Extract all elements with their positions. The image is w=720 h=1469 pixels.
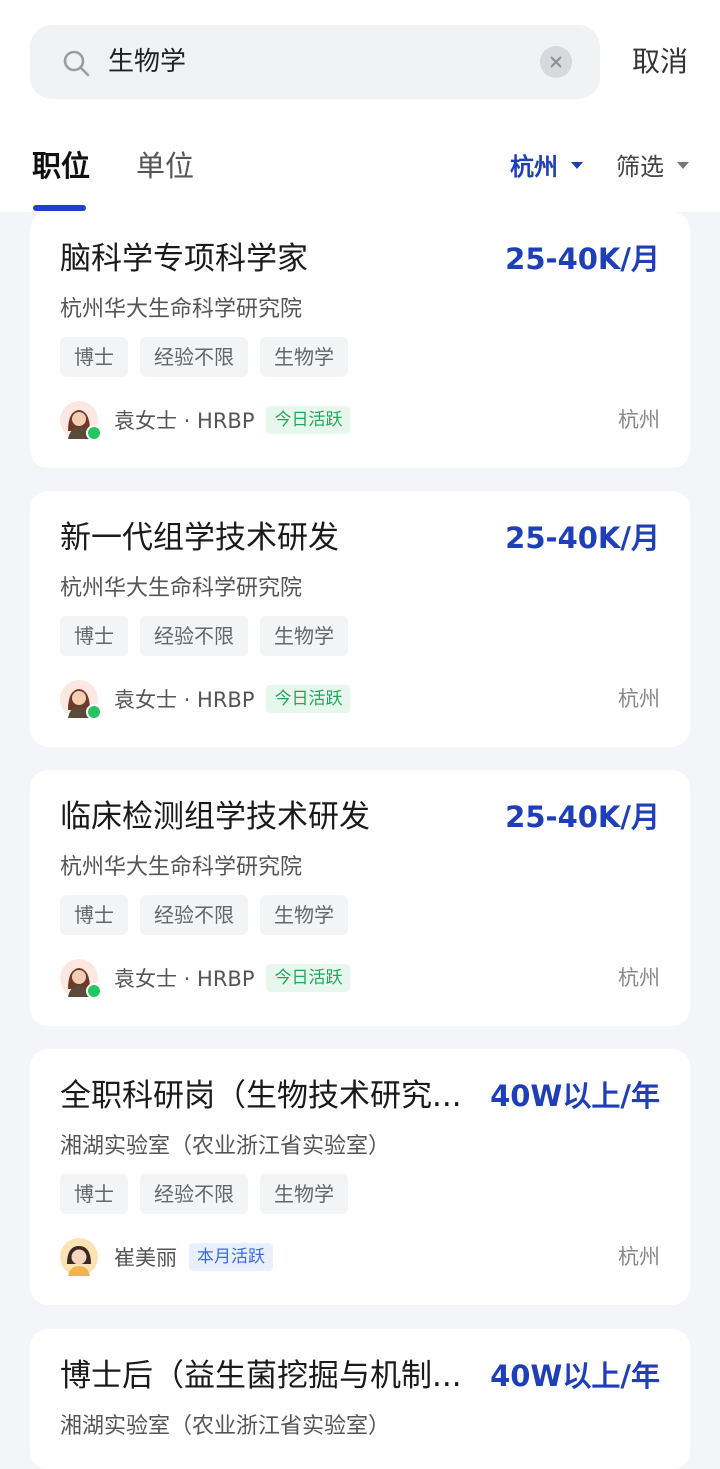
caret-down-icon — [677, 162, 689, 169]
activity-badge: 今日活跃 — [266, 685, 351, 713]
job-tags: 博士 经验不限 生物学 — [60, 337, 348, 377]
job-title: 新一代组学技术研发 — [60, 520, 339, 556]
activity-badge: 今日活跃 — [266, 406, 351, 434]
avatar — [60, 680, 102, 720]
tab-active-indicator — [33, 205, 86, 211]
tab-companies[interactable]: 单位 — [136, 146, 194, 186]
search-icon — [62, 49, 90, 77]
tag: 生物学 — [260, 616, 348, 656]
job-card[interactable]: 博士后（益生菌挖掘与机制... 40W以上/年 湘湖实验室（农业浙江省实验室） — [30, 1329, 690, 1469]
tag: 生物学 — [260, 895, 348, 935]
tag: 经验不限 — [140, 337, 248, 377]
job-location: 杭州 — [618, 408, 660, 432]
company-name: 杭州华大生命科学研究院 — [60, 297, 303, 322]
tag: 博士 — [60, 337, 128, 377]
online-status-dot — [86, 425, 102, 441]
recruiter-info: 袁女士 · HRBP 今日活跃 — [60, 958, 351, 999]
company-name: 杭州华大生命科学研究院 — [60, 576, 303, 601]
company-name: 湘湖实验室（农业浙江省实验室） — [60, 1134, 391, 1159]
job-card[interactable]: 新一代组学技术研发 25-40K/月 杭州华大生命科学研究院 博士 经验不限 生… — [30, 491, 690, 747]
online-status-dot — [86, 983, 102, 999]
company-name: 湘湖实验室（农业浙江省实验室） — [60, 1414, 391, 1439]
salary: 25-40K/月 — [505, 521, 660, 555]
job-title: 脑科学专项科学家 — [60, 241, 308, 277]
salary: 25-40K/月 — [505, 800, 660, 834]
caret-down-icon — [571, 162, 583, 169]
online-status-dot — [86, 704, 102, 720]
activity-badge: 今日活跃 — [266, 964, 351, 992]
avatar — [60, 959, 102, 999]
tag: 经验不限 — [140, 895, 248, 935]
job-location: 杭州 — [618, 687, 660, 711]
search-box[interactable]: 生物学 — [30, 25, 600, 99]
tag: 生物学 — [260, 1174, 348, 1214]
close-icon — [550, 56, 562, 68]
tag: 博士 — [60, 895, 128, 935]
search-input[interactable]: 生物学 — [108, 43, 186, 81]
recruiter-info: 袁女士 · HRBP 今日活跃 — [60, 400, 351, 441]
tag: 经验不限 — [140, 1174, 248, 1214]
job-location: 杭州 — [618, 1245, 660, 1269]
job-title: 博士后（益生菌挖掘与机制... — [60, 1358, 462, 1394]
job-tags: 博士 经验不限 生物学 — [60, 895, 348, 935]
recruiter-name: 崔美丽 — [114, 1246, 177, 1270]
avatar — [60, 401, 102, 441]
clear-search-button[interactable] — [540, 46, 572, 78]
search-header: 生物学 取消 职位 单位 杭州 筛选 — [0, 0, 720, 212]
recruiter-info: 崔美丽 本月活跃 — [60, 1237, 273, 1277]
cancel-button[interactable]: 取消 — [632, 42, 688, 82]
recruiter-name: 袁女士 · HRBP — [114, 967, 255, 991]
salary: 25-40K/月 — [505, 242, 660, 276]
salary: 40W以上/年 — [490, 1079, 660, 1113]
job-location: 杭州 — [618, 966, 660, 990]
activity-badge: 本月活跃 — [189, 1243, 273, 1271]
tag: 生物学 — [260, 337, 348, 377]
tab-jobs[interactable]: 职位 — [32, 146, 90, 186]
job-tags: 博士 经验不限 生物学 — [60, 616, 348, 656]
job-tags: 博士 经验不限 生物学 — [60, 1174, 348, 1214]
job-title: 全职科研岗（生物技术研究... — [60, 1078, 462, 1114]
job-title: 临床检测组学技术研发 — [60, 799, 370, 835]
job-card[interactable]: 脑科学专项科学家 25-40K/月 杭州华大生命科学研究院 博士 经验不限 生物… — [30, 212, 690, 468]
company-name: 杭州华大生命科学研究院 — [60, 855, 303, 880]
job-card[interactable]: 临床检测组学技术研发 25-40K/月 杭州华大生命科学研究院 博士 经验不限 … — [30, 770, 690, 1026]
tag: 博士 — [60, 616, 128, 656]
tag: 经验不限 — [140, 616, 248, 656]
avatar — [60, 1238, 98, 1276]
recruiter-name: 袁女士 · HRBP — [114, 688, 255, 712]
job-card[interactable]: 全职科研岗（生物技术研究... 40W以上/年 湘湖实验室（农业浙江省实验室） … — [30, 1049, 690, 1305]
tag: 博士 — [60, 1174, 128, 1214]
filter-dropdown[interactable]: 筛选 — [616, 150, 664, 184]
salary: 40W以上/年 — [490, 1359, 660, 1393]
recruiter-name: 袁女士 · HRBP — [114, 409, 255, 433]
city-filter-dropdown[interactable]: 杭州 — [510, 150, 558, 184]
recruiter-info: 袁女士 · HRBP 今日活跃 — [60, 679, 351, 720]
